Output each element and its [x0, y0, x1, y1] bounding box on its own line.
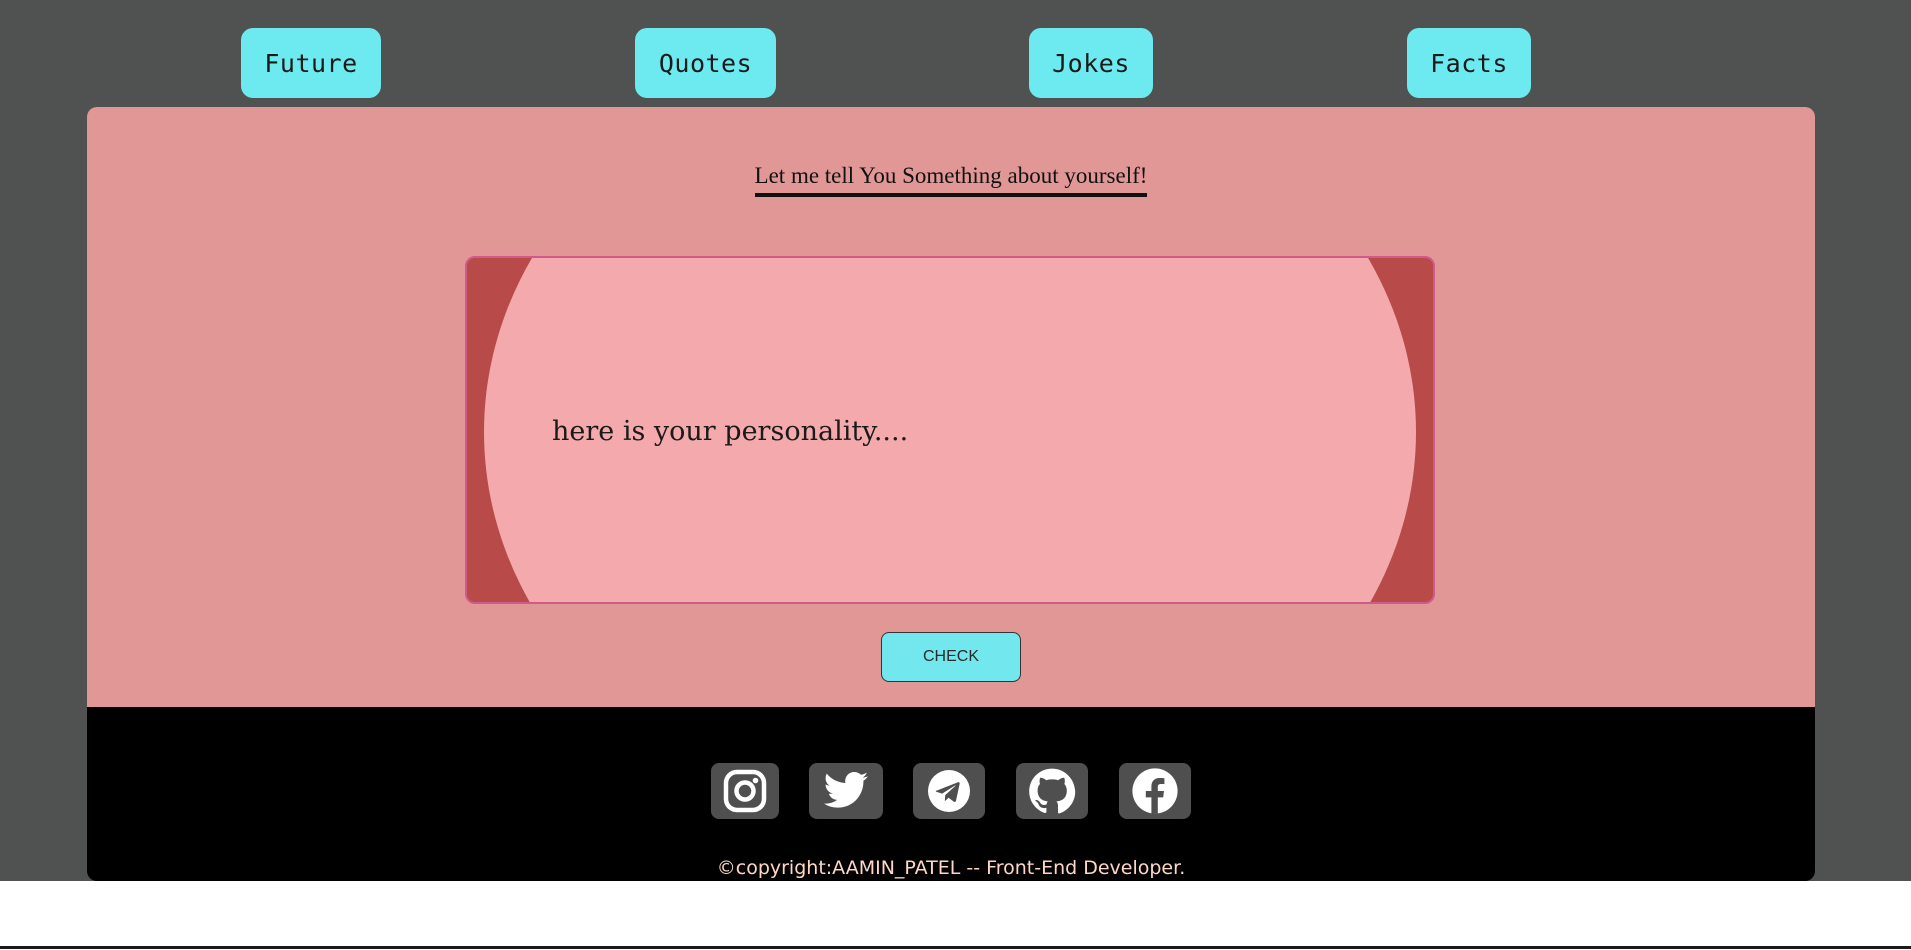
- instagram-link[interactable]: [711, 763, 779, 819]
- facebook-link[interactable]: [1119, 763, 1191, 819]
- twitter-link[interactable]: [809, 763, 883, 819]
- nav-button-jokes[interactable]: Jokes: [1029, 28, 1153, 98]
- personality-text: here is your personality....: [552, 416, 909, 447]
- page-background: Future Quotes Jokes Facts Let me tell Yo…: [0, 0, 1911, 881]
- facebook-icon: [1132, 768, 1178, 814]
- main-panel: Let me tell You Something about yourself…: [87, 107, 1815, 707]
- nav-button-quotes[interactable]: Quotes: [635, 28, 776, 98]
- check-button[interactable]: CHECK: [881, 632, 1021, 682]
- github-link[interactable]: [1016, 763, 1088, 819]
- copyright-text: ©copyright:AAMIN_PATEL -- Front-End Deve…: [716, 857, 1186, 879]
- bottom-divider: [0, 946, 1911, 949]
- twitter-icon: [824, 772, 868, 808]
- heading-container: Let me tell You Something about yourself…: [87, 163, 1815, 197]
- github-icon: [1029, 768, 1076, 814]
- telegram-link[interactable]: [913, 763, 985, 819]
- instagram-icon: [723, 769, 767, 813]
- telegram-icon: [928, 770, 970, 812]
- footer: ©copyright:AAMIN_PATEL -- Front-End Deve…: [87, 707, 1815, 881]
- nav-button-future[interactable]: Future: [241, 28, 381, 98]
- page-heading: Let me tell You Something about yourself…: [754, 163, 1148, 197]
- personality-card: here is your personality....: [465, 256, 1435, 604]
- nav-button-facts[interactable]: Facts: [1407, 28, 1531, 98]
